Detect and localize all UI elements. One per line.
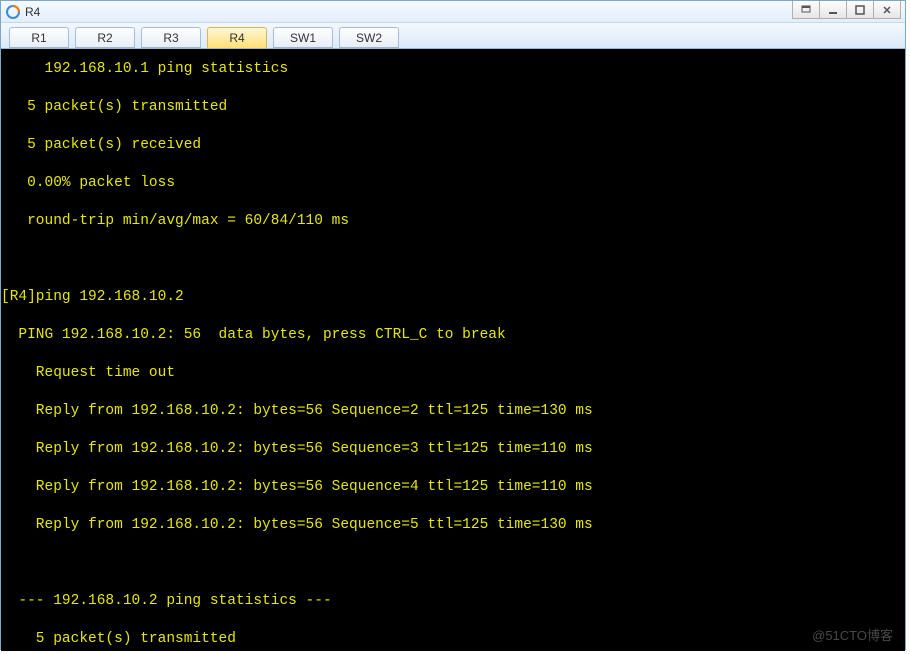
terminal-line: --- 192.168.10.2 ping statistics --- <box>1 592 905 611</box>
tab-label: R2 <box>97 31 112 45</box>
terminal-line <box>1 554 905 573</box>
tab-sw1[interactable]: SW1 <box>273 27 333 48</box>
titlebar[interactable]: R4 <box>1 1 905 23</box>
terminal-line: 0.00% packet loss <box>1 174 905 193</box>
terminal-line: round-trip min/avg/max = 60/84/110 ms <box>1 212 905 231</box>
tab-bar: R1 R2 R3 R4 SW1 SW2 <box>1 23 905 49</box>
watermark: @51CTO博客 <box>812 626 893 645</box>
minimize-button[interactable] <box>819 1 847 19</box>
tab-r1[interactable]: R1 <box>9 27 69 48</box>
window-buttons <box>793 1 901 19</box>
window-title: R4 <box>25 5 40 19</box>
close-button[interactable] <box>873 1 901 19</box>
app-icon <box>5 4 21 20</box>
terminal-output[interactable]: 192.168.10.1 ping statistics 5 packet(s)… <box>1 49 905 651</box>
terminal-line: 5 packet(s) transmitted <box>1 630 905 649</box>
terminal-line: 5 packet(s) received <box>1 136 905 155</box>
tab-label: SW1 <box>290 31 316 45</box>
option-button[interactable] <box>792 1 820 19</box>
terminal-line: Reply from 192.168.10.2: bytes=56 Sequen… <box>1 516 905 535</box>
terminal-line: Request time out <box>1 364 905 383</box>
terminal-line: Reply from 192.168.10.2: bytes=56 Sequen… <box>1 478 905 497</box>
tab-sw2[interactable]: SW2 <box>339 27 399 48</box>
tab-label: R3 <box>163 31 178 45</box>
terminal-line: 5 packet(s) transmitted <box>1 98 905 117</box>
terminal-line: PING 192.168.10.2: 56 data bytes, press … <box>1 326 905 345</box>
tab-label: SW2 <box>356 31 382 45</box>
maximize-button[interactable] <box>846 1 874 19</box>
app-window: R4 R1 R2 R3 R4 SW1 SW2 192.168.10.1 ping… <box>0 0 906 650</box>
terminal-line <box>1 250 905 269</box>
tab-r3[interactable]: R3 <box>141 27 201 48</box>
tab-r4[interactable]: R4 <box>207 27 267 48</box>
terminal-line: Reply from 192.168.10.2: bytes=56 Sequen… <box>1 402 905 421</box>
tab-label: R4 <box>229 31 244 45</box>
terminal-line: Reply from 192.168.10.2: bytes=56 Sequen… <box>1 440 905 459</box>
terminal-line: 192.168.10.1 ping statistics <box>1 60 905 79</box>
tab-label: R1 <box>31 31 46 45</box>
terminal-line: [R4]ping 192.168.10.2 <box>1 288 905 307</box>
tab-r2[interactable]: R2 <box>75 27 135 48</box>
